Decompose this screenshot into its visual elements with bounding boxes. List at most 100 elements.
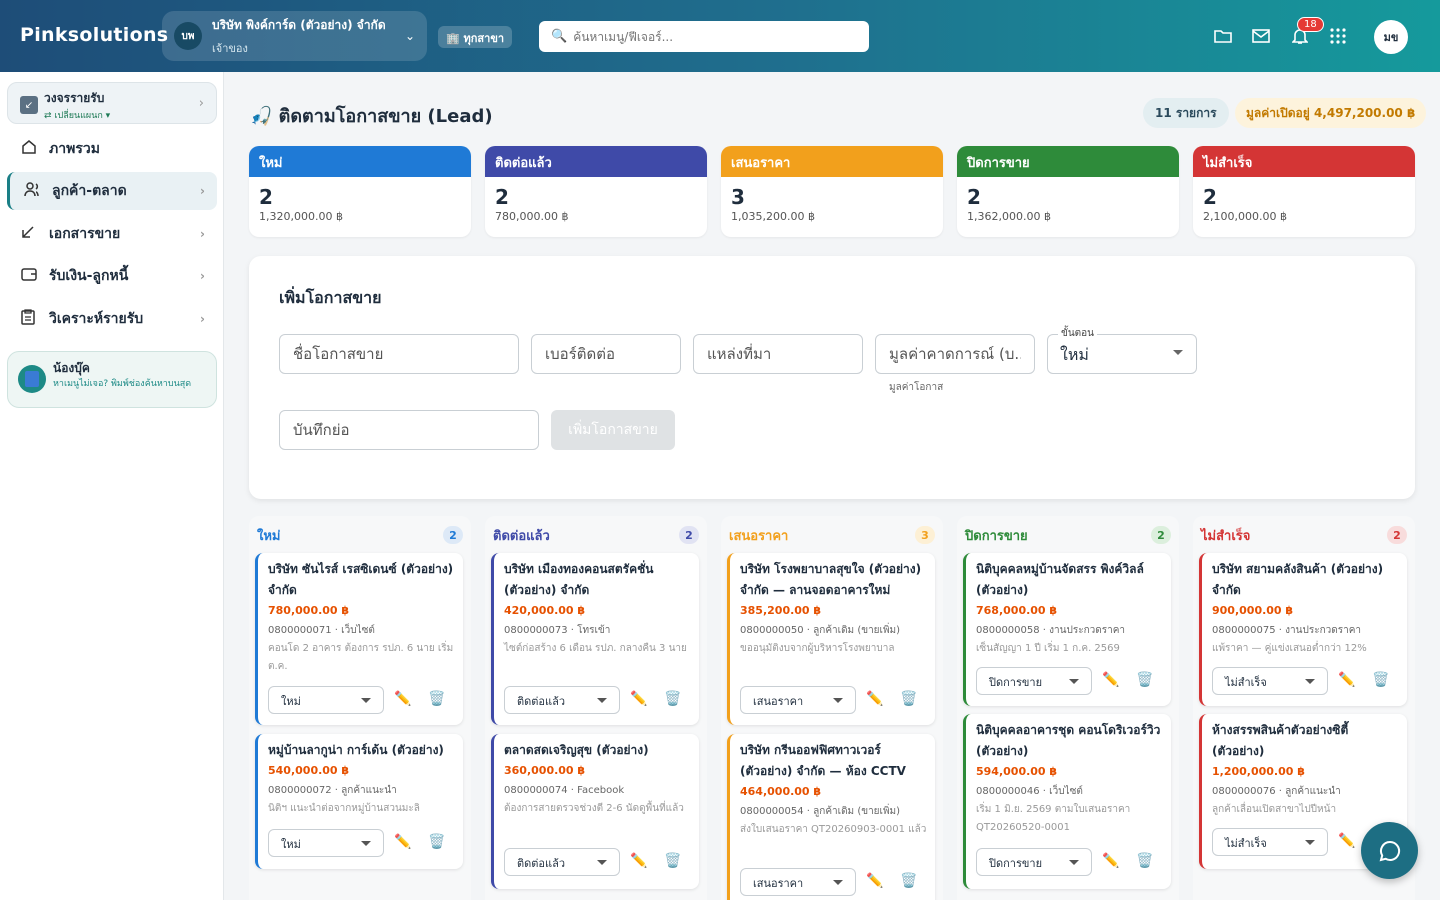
mail-icon[interactable] <box>1251 26 1271 46</box>
lead-stage-select[interactable]: ติดต่อแล้ว <box>504 686 620 714</box>
department-change-link[interactable]: ⇄ เปลี่ยนแผนก ▾ <box>44 108 206 122</box>
lead-stage-select[interactable]: ใหม่ <box>268 829 384 857</box>
lead-value: 1,200,000.00 ฿ <box>1212 765 1305 778</box>
lead-card[interactable]: ตลาดสดเจริญสุข (ตัวอย่าง) 360,000.00 ฿ 080… <box>491 734 699 889</box>
value-hint: มูลค่าโอกาส <box>889 382 944 393</box>
user-avatar[interactable]: มข <box>1374 20 1408 54</box>
stage-select[interactable]: ขั้นตอน ใหม่ <box>1047 326 1197 374</box>
chat-button[interactable] <box>1361 822 1418 879</box>
pipeline-column: เสนอราคา 3 บริษัท โรงพยาบาลสุขใจ (ตัวอย่าง… <box>721 516 943 900</box>
expected-value-input[interactable] <box>875 334 1035 374</box>
edit-pencil-icon[interactable]: ✏️ <box>1102 672 1119 688</box>
edit-pencil-icon[interactable]: ✏️ <box>1338 833 1355 849</box>
lead-stage-select[interactable]: ปิดการขาย <box>976 848 1092 876</box>
lead-card[interactable]: บริษัท กรีนออฟฟิศทาวเวอร์ (ตัวอย่าง) จำก… <box>727 734 935 900</box>
add-lead-button[interactable]: เพิ่มโอกาสขาย <box>551 410 675 450</box>
trash-icon[interactable]: 🗑️ <box>900 873 917 889</box>
lead-card[interactable]: บริษัท เมืองทองคอนสตรัคชั่น (ตัวอย่าง) จ… <box>491 553 699 725</box>
sidebar-item-receivables[interactable]: รับเงิน-ลูกหนี้ › <box>7 257 217 295</box>
search-box[interactable]: 🔍 <box>539 21 869 52</box>
stat-card-won[interactable]: ปิดการขาย 2 1,362,000.00 ฿ <box>957 146 1179 237</box>
lead-stage-select[interactable]: เสนอราคา <box>740 868 856 896</box>
lead-name: บริษัท โรงพยาบาลสุขใจ (ตัวอย่าง) จำกัด —… <box>740 562 922 597</box>
source-input[interactable] <box>693 334 863 374</box>
chevron-right-icon: › <box>200 184 205 198</box>
lead-card[interactable]: นิติบุคคลอาคารชุด คอนโดริเวอร์วิว (ตัวอย… <box>963 714 1171 889</box>
lead-contact: 0800000046 · เว็บไซต์ <box>976 786 1083 797</box>
lead-card[interactable]: นิติบุคคลหมู่บ้านจัดสรร พิงค์วิลล์ (ตัวอ… <box>963 553 1171 706</box>
assistant-name: น้องบุ๊ค <box>53 361 90 375</box>
stat-count: 2 <box>1203 185 1217 209</box>
brand-logo[interactable]: Pinksolutions <box>20 24 168 46</box>
column-count: 2 <box>1387 526 1407 544</box>
edit-pencil-icon[interactable]: ✏️ <box>866 873 883 889</box>
trash-icon[interactable]: 🗑️ <box>1372 672 1389 688</box>
lead-stage-select[interactable]: ใหม่ <box>268 686 384 714</box>
lead-card[interactable]: บริษัท สยามคลังสินค้า (ตัวอย่าง) จำกัด 90… <box>1199 553 1407 706</box>
branch-selector[interactable]: 🏢 ทุกสาขา <box>438 26 513 48</box>
lead-card[interactable]: บริษัท ซันไรส์ เรสซิเดนซ์ (ตัวอย่าง) จำก… <box>255 553 463 725</box>
lead-contact: 0800000073 · โทรเข้า <box>504 625 611 636</box>
stat-card-new[interactable]: ใหม่ 2 1,320,000.00 ฿ <box>249 146 471 237</box>
lead-stage-select[interactable]: ไม่สำเร็จ <box>1212 667 1328 695</box>
lead-value: 780,000.00 ฿ <box>268 604 350 617</box>
assistant-widget[interactable]: น้องบุ๊ค หาเมนูไม่เจอ? พิมพ์ช่องค้นหาบนส… <box>7 351 217 408</box>
sidebar-item-revenue-analysis[interactable]: วิเคราะห์รายรับ › <box>7 300 217 338</box>
sidebar-item-customers[interactable]: ลูกค้า-ตลาด › <box>7 172 217 210</box>
page-title: 🎣 ติดตามโอกาสขาย (Lead) <box>250 106 493 127</box>
open-value-badge: มูลค่าเปิดอยู่ 4,497,200.00 ฿ <box>1235 98 1427 128</box>
lead-contact: 0800000074 · Facebook <box>504 785 625 796</box>
apps-grid-icon[interactable] <box>1328 26 1348 46</box>
stat-value: 1,362,000.00 ฿ <box>967 210 1051 223</box>
search-input[interactable] <box>573 29 857 44</box>
sidebar-item-label: วิเคราะห์รายรับ <box>49 311 144 327</box>
lead-stage-select[interactable]: ปิดการขาย <box>976 667 1092 695</box>
trash-icon[interactable]: 🗑️ <box>664 853 681 869</box>
sidebar-item-overview[interactable]: ภาพรวม <box>7 130 217 168</box>
lead-value: 594,000.00 ฿ <box>976 765 1058 778</box>
edit-pencil-icon[interactable]: ✏️ <box>630 853 647 869</box>
edit-pencil-icon[interactable]: ✏️ <box>1338 672 1355 688</box>
trash-icon[interactable]: 🗑️ <box>1136 672 1153 688</box>
note-input[interactable] <box>279 410 539 450</box>
company-switcher[interactable]: บพ บริษัท พิงค์การ์ด (ตัวอย่าง) จำกัด เจ… <box>162 11 427 61</box>
lead-card[interactable]: บริษัท โรงพยาบาลสุขใจ (ตัวอย่าง) จำกัด —… <box>727 553 935 725</box>
lead-contact: 0800000058 · งานประกวดราคา <box>976 625 1126 636</box>
form-title: เพิ่มโอกาสขาย <box>279 288 382 307</box>
lead-note: แพ้ราคา — คู่แข่งเสนอต่ำกว่า 12% <box>1212 643 1367 654</box>
stat-card-lost[interactable]: ไม่สำเร็จ 2 2,100,000.00 ฿ <box>1193 146 1415 237</box>
lead-value: 900,000.00 ฿ <box>1212 604 1294 617</box>
edit-pencil-icon[interactable]: ✏️ <box>394 691 411 707</box>
notification-badge: 18 <box>1297 17 1324 32</box>
trash-icon[interactable]: 🗑️ <box>900 691 917 707</box>
chevron-right-icon: › <box>198 96 204 111</box>
trash-icon[interactable]: 🗑️ <box>1136 853 1153 869</box>
lead-contact: 0800000054 · ลูกค้าเดิม (ขายเพิ่ม) <box>740 806 901 817</box>
lead-stage-select[interactable]: ไม่สำเร็จ <box>1212 828 1328 856</box>
department-switcher[interactable]: ↙ วงจรรายรับ ⇄ เปลี่ยนแผนก ▾ › <box>7 82 217 124</box>
search-icon: 🔍 <box>551 29 568 44</box>
trash-icon[interactable]: 🗑️ <box>428 691 445 707</box>
edit-pencil-icon[interactable]: ✏️ <box>394 834 411 850</box>
edit-pencil-icon[interactable]: ✏️ <box>1102 853 1119 869</box>
folder-icon[interactable] <box>1213 26 1233 46</box>
trash-icon[interactable]: 🗑️ <box>664 691 681 707</box>
lead-stage-select[interactable]: เสนอราคา <box>740 686 856 714</box>
edit-pencil-icon[interactable]: ✏️ <box>866 691 883 707</box>
edit-pencil-icon[interactable]: ✏️ <box>630 691 647 707</box>
phone-input[interactable] <box>531 334 681 374</box>
trash-icon[interactable]: 🗑️ <box>428 834 445 850</box>
lead-contact: 0800000075 · งานประกวดราคา <box>1212 625 1362 636</box>
sidebar-item-sales-docs[interactable]: เอกสารขาย › <box>7 215 217 253</box>
lead-value: 360,000.00 ฿ <box>504 764 586 777</box>
arrow-icon <box>21 225 41 243</box>
stat-card-quoted[interactable]: เสนอราคา 3 1,035,200.00 ฿ <box>721 146 943 237</box>
lead-stage-select[interactable]: ติดต่อแล้ว <box>504 848 620 876</box>
chat-icon <box>1379 840 1400 861</box>
stat-card-contacted[interactable]: ติดต่อแล้ว 2 780,000.00 ฿ <box>485 146 707 237</box>
stat-count: 2 <box>495 185 509 209</box>
lead-name: บริษัท เมืองทองคอนสตรัคชั่น (ตัวอย่าง) จ… <box>504 562 654 597</box>
lead-card[interactable]: หมู่บ้านลากูน่า การ์เด้น (ตัวอย่าง) 540,0… <box>255 734 463 869</box>
lead-name-input[interactable] <box>279 334 519 374</box>
lead-contact: 0800000072 · ลูกค้าแนะนำ <box>268 785 397 796</box>
